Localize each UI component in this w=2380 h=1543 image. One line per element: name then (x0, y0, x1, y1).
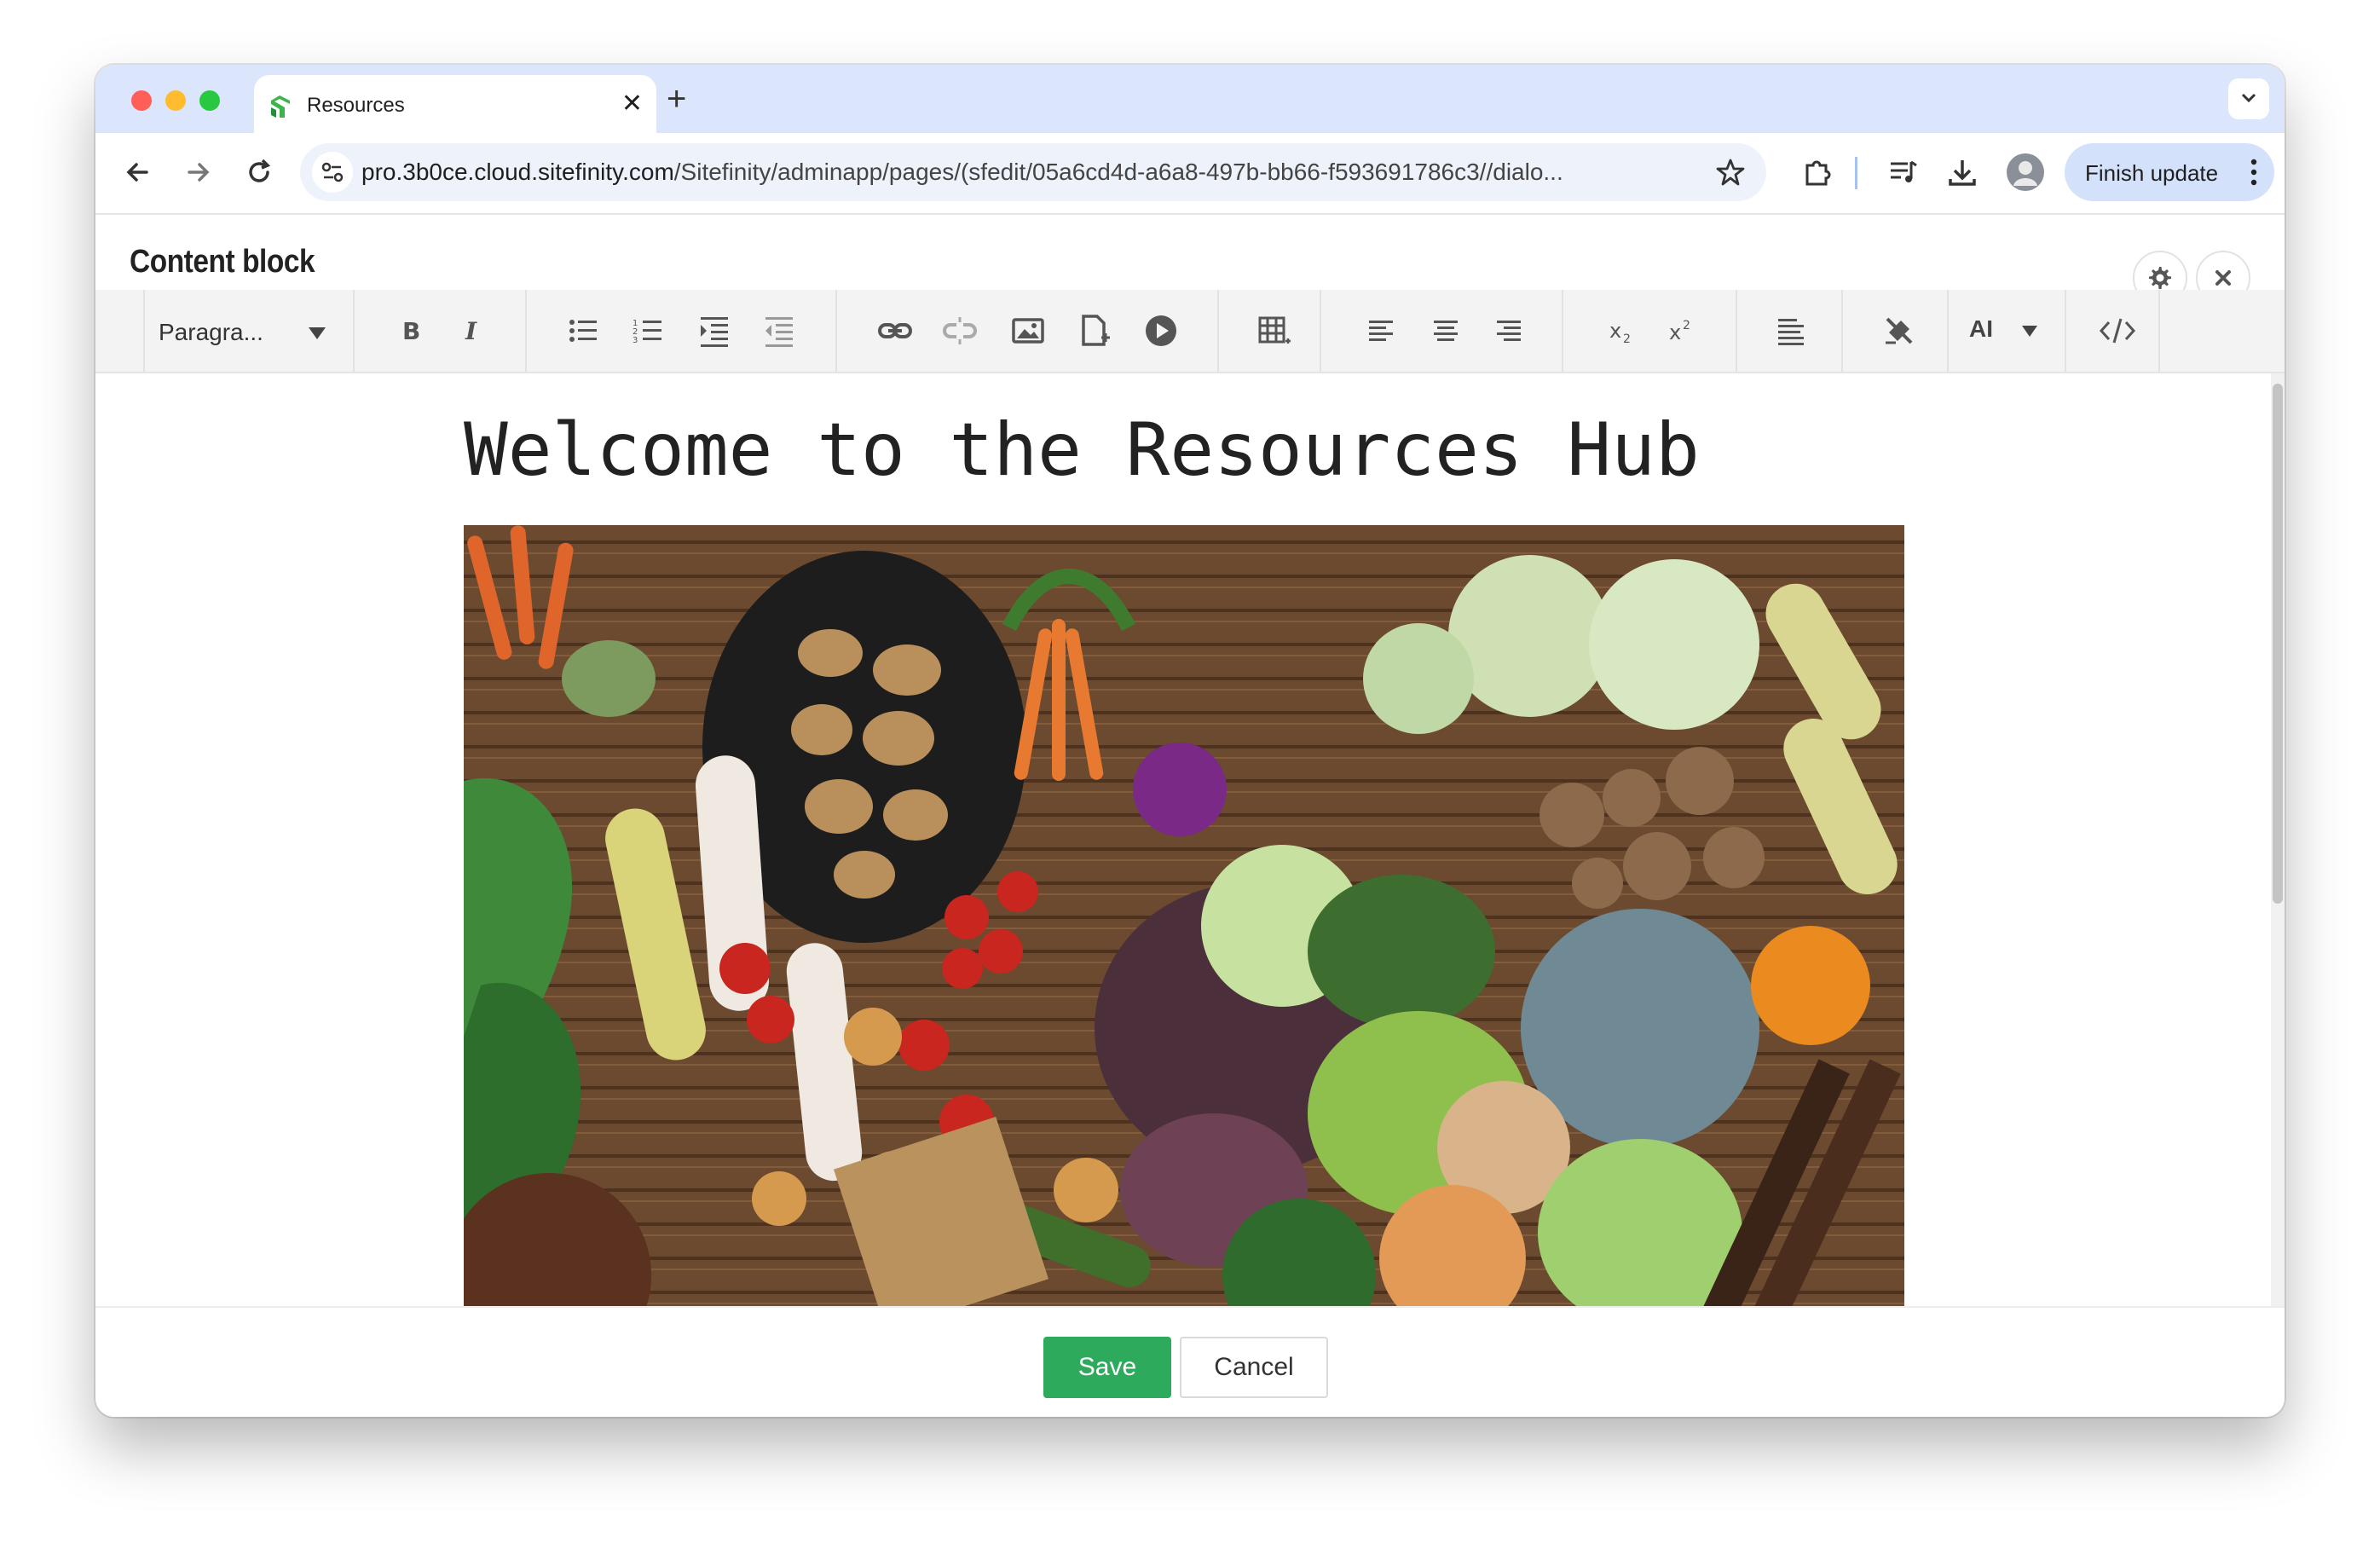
svg-text:x: x (1609, 319, 1621, 343)
outdent-icon[interactable] (762, 312, 796, 350)
dialog-footer: Save Cancel (95, 1306, 2285, 1417)
content-heading[interactable]: Welcome to the Resources Hub (464, 407, 1700, 493)
cancel-button[interactable]: Cancel (1180, 1337, 1328, 1398)
subscript-icon[interactable]: x2 (1606, 312, 1640, 350)
superscript-icon[interactable]: x2 (1666, 312, 1700, 350)
svg-text:2: 2 (1623, 332, 1631, 346)
url-omnibox[interactable]: pro.3b0ce.cloud.sitefinity.com/Sitefinit… (300, 143, 1766, 201)
bulleted-list-icon[interactable] (566, 312, 600, 350)
align-left-icon[interactable] (1364, 312, 1398, 350)
ai-dropdown-caret-icon[interactable] (2022, 326, 2037, 337)
unlink-icon[interactable] (941, 312, 979, 350)
address-bar-row: pro.3b0ce.cloud.sitefinity.com/Sitefinit… (95, 133, 2285, 215)
tab-title: Resources (307, 94, 405, 117)
url-text: pro.3b0ce.cloud.sitefinity.com/Sitefinit… (361, 159, 1563, 185)
align-right-icon[interactable] (1492, 312, 1526, 350)
svg-text:3: 3 (633, 336, 638, 345)
back-arrow-icon[interactable] (121, 155, 155, 189)
sitefinity-logo-icon (271, 95, 290, 118)
paragraph-format-label: Paragra... (159, 319, 263, 345)
svg-text:2: 2 (1683, 319, 1690, 332)
chevron-down-icon (2241, 93, 2256, 103)
new-tab-button[interactable]: + (667, 80, 686, 118)
clear-formatting-icon[interactable] (1880, 312, 1918, 350)
profile-avatar[interactable] (2007, 153, 2044, 191)
finish-update-button[interactable]: Finish update (2065, 143, 2274, 201)
content-scrollbar-thumb[interactable] (2273, 384, 2283, 904)
tab-search-button[interactable] (2228, 78, 2269, 119)
ai-assistant-button[interactable]: AI (1969, 315, 1993, 343)
media-controls-icon[interactable] (1886, 155, 1920, 189)
editor-content-area[interactable]: Welcome to the Resources Hub (95, 373, 2285, 1306)
finish-update-label: Finish update (2085, 160, 2219, 186)
insert-video-icon[interactable] (1142, 312, 1180, 350)
more-options-icon (2250, 159, 2257, 186)
paragraph-format-icon[interactable] (1773, 312, 1811, 350)
close-icon (2215, 270, 2231, 286)
insert-document-icon[interactable] (1076, 312, 1113, 350)
paragraph-format-select[interactable]: Paragra... (145, 298, 346, 363)
dropdown-caret-icon (309, 327, 326, 339)
editor-toolbar: Paragra... B I 123 x2 x2 AI (95, 290, 2285, 373)
bold-icon[interactable]: B (396, 312, 426, 350)
italic-icon[interactable]: I (457, 312, 488, 350)
tab-bar: Resources ✕ + (95, 65, 2285, 135)
align-center-icon[interactable] (1429, 312, 1463, 350)
insert-table-icon[interactable] (1255, 312, 1292, 350)
tab-close-icon[interactable]: ✕ (621, 89, 643, 119)
toolbar-divider (1855, 157, 1857, 189)
svg-text:I: I (465, 317, 477, 345)
insert-link-icon[interactable] (876, 312, 914, 350)
browser-window: Resources ✕ + pro.3b0ce.cloud.sitefinity… (95, 65, 2285, 1417)
numbered-list-icon[interactable]: 123 (631, 312, 665, 350)
svg-text:B: B (402, 317, 420, 345)
dialog-title: Content block (130, 244, 315, 280)
browser-tab-resources[interactable]: Resources ✕ (254, 75, 656, 135)
svg-text:x: x (1669, 321, 1681, 344)
extensions-puzzle-icon[interactable] (1800, 155, 1834, 189)
close-window-button[interactable] (131, 90, 152, 111)
site-info-icon[interactable] (312, 152, 353, 193)
insert-image-icon[interactable] (1009, 312, 1047, 350)
bookmark-star-icon[interactable] (1715, 157, 1746, 188)
save-button[interactable]: Save (1043, 1337, 1171, 1398)
download-icon[interactable] (1945, 155, 1979, 189)
vegetables-image[interactable] (464, 525, 1904, 1306)
maximize-window-button[interactable] (199, 90, 220, 111)
reload-icon[interactable] (242, 155, 276, 189)
forward-arrow-icon[interactable] (181, 155, 215, 189)
gear-icon (2149, 267, 2171, 289)
indent-icon[interactable] (697, 312, 731, 350)
code-view-icon[interactable] (2097, 312, 2138, 350)
minimize-window-button[interactable] (165, 90, 186, 111)
